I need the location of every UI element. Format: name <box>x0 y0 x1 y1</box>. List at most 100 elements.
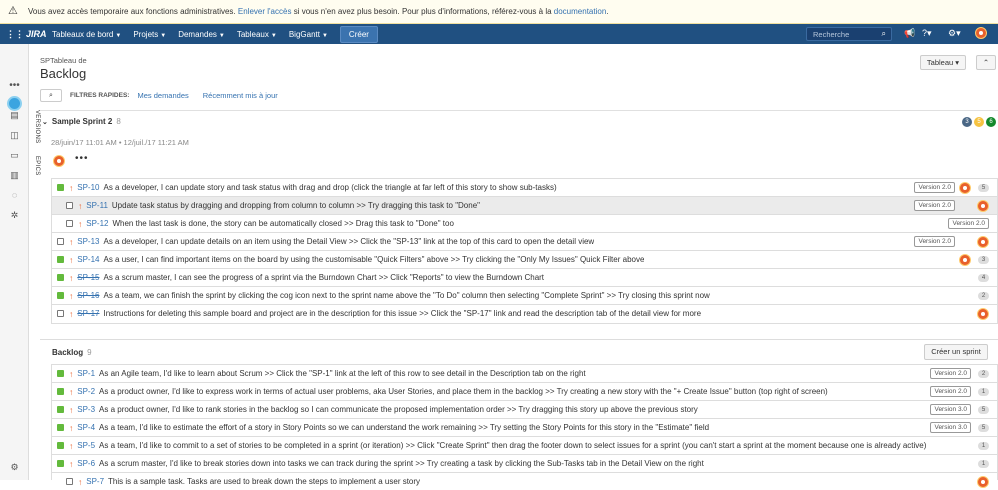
issue-row-sp-5[interactable]: ↑ SP-5 As a team, I'd like to commit to a … <box>52 436 997 454</box>
assignee-avatar[interactable] <box>959 182 971 196</box>
backlog-name: Backlog <box>52 348 84 357</box>
nav-boards[interactable]: Tableaux ▼ <box>237 30 277 39</box>
issue-summary: As a developer, I can update story and t… <box>103 183 557 192</box>
nav-dashboards[interactable]: Tableaux de bord ▼ <box>52 30 121 39</box>
help-icon[interactable]: ?▾ <box>922 28 932 39</box>
issue-key-link[interactable]: SP-10 <box>77 183 99 192</box>
assignee-avatar[interactable] <box>977 236 989 250</box>
issue-row-sp-15[interactable]: ↑ SP-15 As a scrum master, I can see the p… <box>52 268 997 286</box>
story-type-icon <box>57 460 64 467</box>
fix-version-badge[interactable]: Version 2.0 <box>914 200 955 211</box>
fix-version-badge[interactable]: Version 3.0 <box>930 422 971 433</box>
collapse-icon[interactable]: ⌃ <box>976 55 996 70</box>
issue-key-link[interactable]: SP-2 <box>77 387 95 396</box>
story-points-badge: 5 <box>978 406 989 414</box>
user-avatar[interactable] <box>975 27 987 41</box>
done-count-badge: 6 <box>986 117 996 127</box>
fix-version-badge[interactable]: Version 2.0 <box>930 368 971 379</box>
more-icon[interactable]: ••• <box>9 80 20 91</box>
search-input[interactable]: Recherche ⌕ <box>806 27 892 41</box>
assignee-avatar[interactable] <box>977 308 989 322</box>
issue-row-sp-11[interactable]: ↑ SP-11 Update task status by dragging and… <box>52 196 997 214</box>
sprint-header[interactable]: ⌄ Sample Sprint 28 <box>42 117 121 126</box>
assignee-avatar[interactable] <box>977 200 989 214</box>
jira-logo[interactable]: ⋮⋮ JIRA <box>0 29 47 40</box>
issue-row-sp-7[interactable]: ↑ SP-7 This is a sample task. Tasks are us… <box>52 472 997 490</box>
project-avatar[interactable] <box>7 96 22 111</box>
sprint-more-icon[interactable]: ••• <box>75 153 89 164</box>
issue-row-sp-12[interactable]: ↑ SP-12 When the last task is done, the st… <box>52 214 997 232</box>
priority-high-icon: ↑ <box>78 218 83 229</box>
fix-version-badge[interactable]: Version 2.0 <box>948 218 989 229</box>
issue-key-link[interactable]: SP-3 <box>77 405 95 414</box>
issue-key-link[interactable]: SP-11 <box>86 201 108 210</box>
backlog-icon[interactable]: ▤ <box>9 110 20 121</box>
issue-key-link[interactable]: SP-16 <box>77 291 99 300</box>
issue-key-link[interactable]: SP-12 <box>86 219 108 228</box>
issue-summary: This is a sample task. Tasks are used to… <box>108 477 421 486</box>
assignee-avatar[interactable] <box>977 476 989 490</box>
issue-row-sp-17[interactable]: ↑ SP-17 Instructions for deleting this sam… <box>52 304 997 322</box>
sprint-status-counts: 3 5 6 <box>960 117 996 127</box>
issue-row-sp-10[interactable]: ↑ SP-10 As a developer, I can update story… <box>52 178 997 196</box>
issue-key-link[interactable]: SP-15 <box>77 273 99 282</box>
settings-gear-icon[interactable]: ⚙ <box>9 462 20 473</box>
reports-icon[interactable]: ▥ <box>9 170 20 181</box>
issue-key-link[interactable]: SP-17 <box>77 309 99 318</box>
nav-projects-label: Projets <box>133 29 159 39</box>
priority-high-icon: ↑ <box>69 182 74 193</box>
nav-dashboards-label: Tableaux de bord <box>52 29 114 39</box>
documentation-link[interactable]: documentation <box>554 7 606 16</box>
releases-icon[interactable]: ▭ <box>9 150 20 161</box>
issue-row-sp-4[interactable]: ↑ SP-4 As a team, I'd like to estimate the… <box>52 418 997 436</box>
remove-access-link[interactable]: Enlever l'accès <box>238 7 292 16</box>
issue-row-sp-6[interactable]: ↑ SP-6 As a scrum master, I'd like to brea… <box>52 454 997 472</box>
fix-version-badge[interactable]: Version 2.0 <box>930 386 971 397</box>
board-dropdown-button[interactable]: Tableau ▾ <box>920 55 966 70</box>
issue-key-link[interactable]: SP-6 <box>77 459 95 468</box>
chevron-down-icon: ▼ <box>115 32 122 39</box>
nav-projects[interactable]: Projets ▼ <box>133 30 166 39</box>
filter-recently-updated[interactable]: Récemment mis à jour <box>203 91 278 100</box>
chevron-down-icon: ⌄ <box>42 119 48 126</box>
issue-key-link[interactable]: SP-13 <box>77 237 99 246</box>
issue-row-sp-13[interactable]: ↑ SP-13 As a developer, I can update detai… <box>52 232 997 250</box>
megaphone-icon[interactable]: 📢 <box>904 28 915 39</box>
create-button[interactable]: Créer <box>339 25 378 43</box>
issue-summary: As an Agile team, I'd like to learn abou… <box>99 369 586 378</box>
gear-icon[interactable]: ⚙▾ <box>948 28 961 39</box>
issue-key-link[interactable]: SP-4 <box>77 423 95 432</box>
filter-my-issues[interactable]: Mes demandes <box>137 91 188 100</box>
create-sprint-button[interactable]: Créer un sprint <box>924 344 988 360</box>
avatar <box>977 200 989 212</box>
versions-tab[interactable]: VERSIONS <box>30 110 40 143</box>
filter-search-icon[interactable]: ⌕ <box>40 88 62 102</box>
priority-high-icon: ↑ <box>69 440 74 451</box>
fix-version-badge[interactable]: Version 3.0 <box>930 404 971 415</box>
issues-icon[interactable]: ◌ <box>9 190 20 201</box>
backlog-header: Backlog 9 <box>52 348 92 357</box>
board-icon[interactable]: ◫ <box>9 130 20 141</box>
breadcrumb[interactable]: SPTableau de <box>40 56 87 65</box>
issue-row-sp-2[interactable]: ↑ SP-2 As a product owner, I'd like to exp… <box>52 382 997 400</box>
task-type-icon <box>66 478 73 485</box>
fix-version-badge[interactable]: Version 2.0 <box>914 236 955 247</box>
components-icon[interactable]: ✲ <box>9 210 20 221</box>
nav-issues-label: Demandes <box>178 29 217 39</box>
issue-row-sp-16[interactable]: ↑ SP-16 As a team, we can finish the sprin… <box>52 286 997 304</box>
app-switcher-icon[interactable]: ⋮⋮ <box>6 29 24 40</box>
nav-biggantt[interactable]: BigGantt ▼ <box>289 30 328 39</box>
issue-row-sp-1[interactable]: ↑ SP-1 As an Agile team, I'd like to learn… <box>52 364 997 382</box>
issue-key-link[interactable]: SP-1 <box>77 369 95 378</box>
sprint-assignee-avatar[interactable] <box>53 155 65 169</box>
issue-key-link[interactable]: SP-7 <box>86 477 104 486</box>
issue-key-link[interactable]: SP-14 <box>77 255 99 264</box>
nav-issues[interactable]: Demandes ▼ <box>178 30 225 39</box>
assignee-avatar[interactable] <box>959 254 971 268</box>
fix-version-badge[interactable]: Version 2.0 <box>914 182 955 193</box>
issue-key-link[interactable]: SP-5 <box>77 441 95 450</box>
issue-row-sp-14[interactable]: ↑ SP-14 As a user, I can find important it… <box>52 250 997 268</box>
issue-row-sp-3[interactable]: ↑ SP-3 As a product owner, I'd like to ran… <box>52 400 997 418</box>
issue-summary: As a team, we can finish the sprint by c… <box>103 291 710 300</box>
epics-tab[interactable]: EPICS <box>30 156 40 176</box>
